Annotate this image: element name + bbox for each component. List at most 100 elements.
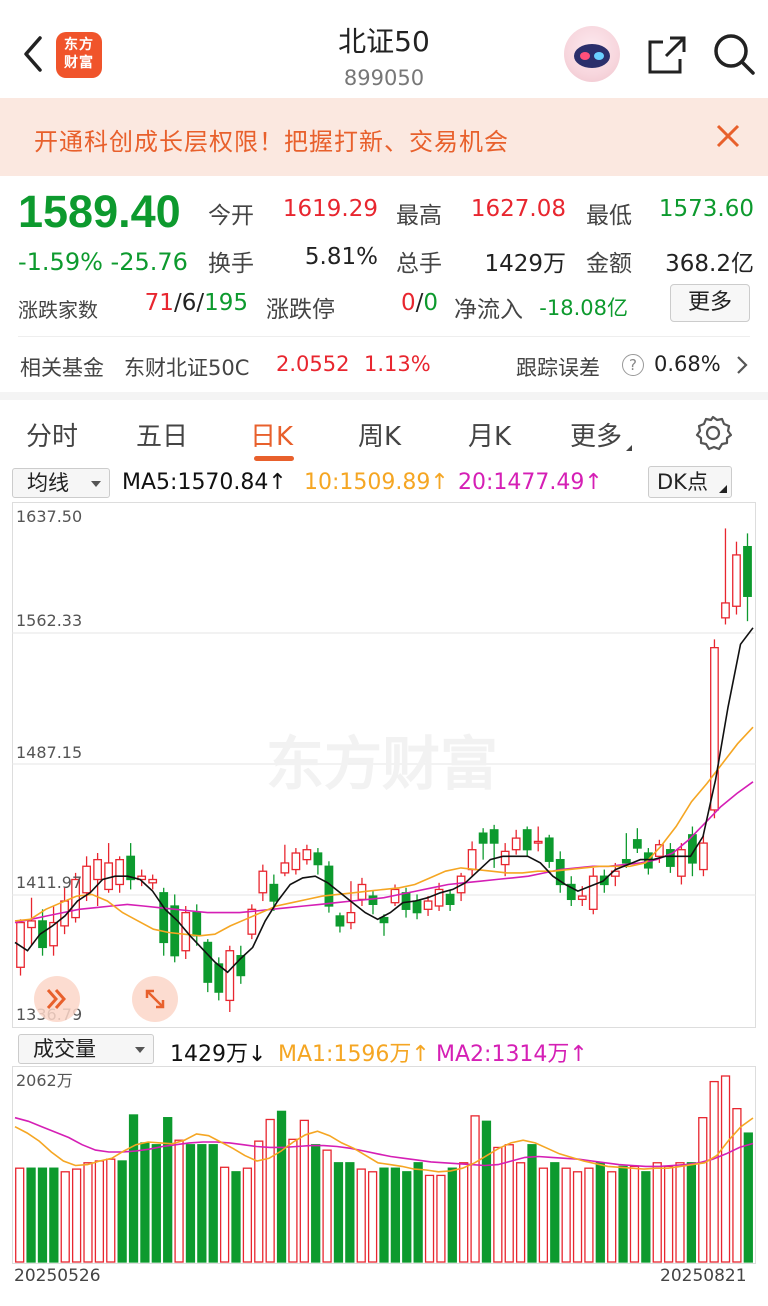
volume-chart[interactable]: 2062万 [12, 1066, 756, 1264]
candle-body [721, 602, 730, 619]
limit-label: 涨跌停 [266, 297, 335, 323]
breadth-down: 195 [204, 290, 248, 316]
ma-selector[interactable]: 均线 [12, 468, 110, 498]
breadth-slash: / [196, 290, 205, 316]
volume-bar [652, 1162, 662, 1263]
candle-body [500, 850, 510, 866]
volume-bar [117, 1160, 127, 1263]
promo-banner[interactable]: 开通科创成长层权限！把握打新、交易机会 [0, 98, 768, 176]
volume-bar [481, 1120, 492, 1263]
amount-label: 金额 [586, 251, 632, 277]
volume-bar [311, 1144, 321, 1263]
volume-bar [675, 1162, 685, 1263]
volume-label: 总手 [396, 251, 442, 277]
volume-bar [561, 1167, 571, 1263]
volume-bar [447, 1167, 457, 1263]
volume-bar [197, 1144, 207, 1263]
volume-bar [208, 1144, 218, 1263]
close-icon[interactable] [712, 120, 744, 152]
candle-body [478, 832, 488, 844]
volume-bar [71, 1168, 82, 1263]
limit-up: 0 [400, 290, 416, 316]
candle-body [743, 545, 752, 597]
candle [710, 639, 719, 819]
tab-weekly-k[interactable]: 周K [358, 416, 401, 453]
volume-bar [231, 1171, 241, 1263]
volume-bar [538, 1167, 549, 1263]
candle-body [412, 900, 422, 914]
volume-bar [333, 1162, 344, 1263]
candle-body [291, 852, 301, 871]
volume-bar [299, 1119, 309, 1263]
dk-point-label: DK点 [657, 470, 708, 494]
candlestick-chart[interactable]: 东方财富 1637.50 1562.33 1487.15 1411.97 133… [12, 502, 756, 1028]
period-tabs: 分时 五日 日K 周K 月K 更多 [0, 392, 768, 462]
watermark-text: 东方财富 [266, 730, 498, 798]
tab-more[interactable]: 更多 [570, 416, 633, 453]
volume-bar [367, 1171, 378, 1263]
price-axis-label: 1487.15 [16, 743, 82, 762]
fund-name[interactable]: 东财北证50C [124, 352, 249, 382]
open-value: 1619.29 [282, 196, 378, 222]
volume-bar [94, 1160, 105, 1263]
chevron-down-icon [135, 1047, 145, 1053]
app-logo[interactable]: 东方 财富 [56, 32, 102, 78]
price-change: -1.59% -25.76 [18, 248, 188, 276]
volume-bar [413, 1162, 423, 1263]
back-arrow-icon[interactable] [16, 28, 52, 80]
candle-body [632, 839, 642, 849]
dk-point-button[interactable]: DK点 [648, 466, 732, 498]
candle-body [588, 875, 598, 910]
gear-icon[interactable] [694, 414, 732, 452]
tab-intraday[interactable]: 分时 [26, 416, 78, 453]
volume-bar [163, 1117, 173, 1263]
ma20-value: 20:1477.49↑ [458, 470, 603, 495]
search-icon[interactable] [712, 32, 756, 76]
volume-bar [219, 1166, 230, 1263]
volume-bar [242, 1167, 253, 1263]
logo-line-2: 财富 [64, 55, 94, 71]
help-icon[interactable]: ? [622, 354, 644, 376]
volume-bar [584, 1167, 594, 1263]
candle-body [82, 865, 91, 894]
change-amount: -25.76 [110, 248, 188, 276]
tab-five-day[interactable]: 五日 [136, 416, 188, 453]
candle-body [732, 554, 741, 607]
candle-body [511, 837, 521, 851]
volume-bar [276, 1110, 287, 1263]
logo-line-1: 东方 [64, 37, 94, 53]
tab-daily-k[interactable]: 日K [250, 416, 293, 453]
candle-body [225, 950, 235, 1002]
candle-body [203, 941, 213, 983]
more-button[interactable]: 更多 [670, 284, 750, 322]
candle-body [159, 892, 169, 944]
expand-icon [145, 989, 165, 1009]
volume-ma1-value: MA1:1596万↑ [278, 1042, 430, 1067]
double-chevron-icon [46, 989, 67, 1009]
volume-bar [185, 1144, 196, 1263]
candle-body [346, 911, 356, 924]
candle [247, 904, 257, 940]
expand-left-button[interactable] [34, 976, 80, 1022]
turnover-label: 换手 [208, 251, 254, 277]
volume-bar [743, 1132, 753, 1263]
volume-bar [140, 1142, 150, 1263]
volume-bar [550, 1162, 560, 1263]
amount-value: 368.2亿 [665, 251, 754, 277]
fund-label: 相关基金 [20, 356, 104, 380]
low-value: 1573.60 [658, 196, 754, 222]
chevron-right-icon[interactable] [734, 354, 750, 376]
assistant-robot-icon[interactable] [564, 26, 620, 82]
volume-bar [379, 1167, 389, 1263]
breadth-label: 涨跌家数 [18, 298, 98, 322]
candle-body [577, 895, 587, 901]
share-icon[interactable] [646, 34, 688, 76]
tab-monthly-k[interactable]: 月K [468, 416, 511, 453]
candle-body [368, 895, 378, 906]
candle-body [379, 916, 389, 924]
fullscreen-button[interactable] [132, 976, 178, 1022]
fund-pct: 1.13% [364, 352, 431, 376]
volume-selector[interactable]: 成交量 [18, 1034, 154, 1064]
candle-body [335, 915, 345, 927]
volume-bar [595, 1162, 605, 1263]
